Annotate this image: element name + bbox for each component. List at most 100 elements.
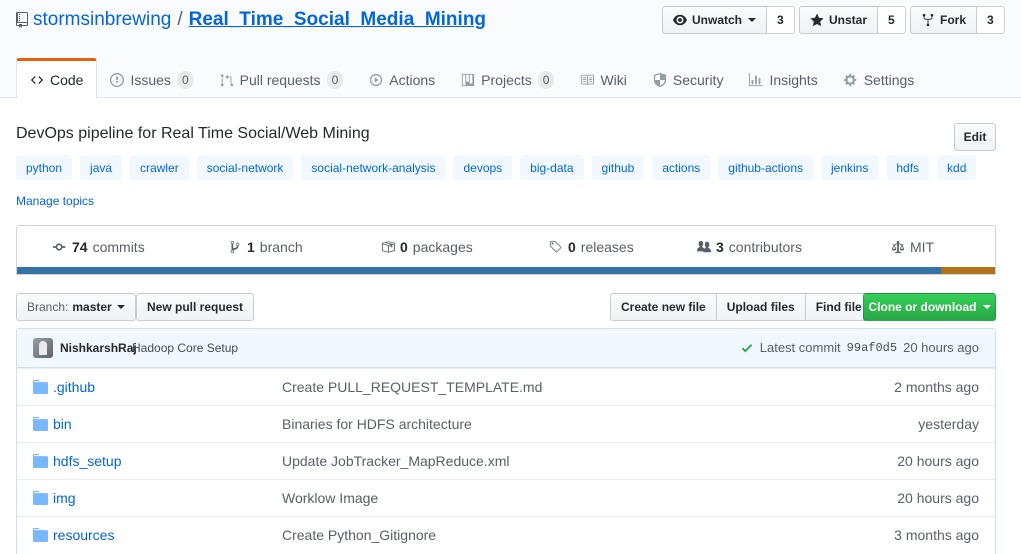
file-commit-message-link[interactable]: Create Python_Gitignore xyxy=(282,527,436,543)
contributors-label: contributors xyxy=(728,239,802,255)
topic-tag[interactable]: github xyxy=(591,155,645,180)
graph-icon xyxy=(749,73,764,87)
tab-insights-label: Insights xyxy=(769,72,818,88)
watch-count[interactable]: 3 xyxy=(767,6,795,34)
repo-owner-link[interactable]: stormsinbrewing xyxy=(33,9,171,31)
commit-message-link[interactable]: Hadoop Core Setup xyxy=(132,341,238,355)
file-commit-message-link[interactable]: Binaries for HDFS architecture xyxy=(282,416,472,432)
avatar[interactable] xyxy=(33,338,53,358)
commit-author-link[interactable]: NishkarshRaj xyxy=(60,341,137,355)
topic-tag[interactable]: github-actions xyxy=(718,155,813,180)
table-row: .github Create PULL_REQUEST_TEMPLATE.md … xyxy=(17,368,995,405)
file-name-link[interactable]: hdfs_setup xyxy=(53,453,122,469)
commit-icon xyxy=(53,243,66,251)
topic-tag[interactable]: jenkins xyxy=(821,155,879,180)
branch-count: 1 xyxy=(247,239,255,255)
topic-tag[interactable]: crawler xyxy=(130,155,189,180)
repo-header: stormsinbrewing / Real_Time_Social_Media… xyxy=(0,0,1021,99)
file-name-link[interactable]: bin xyxy=(53,416,72,432)
file-age: yesterday xyxy=(918,416,979,432)
star-icon xyxy=(810,13,824,27)
releases-count: 0 xyxy=(568,239,576,255)
tab-pull-requests[interactable]: Pull requests 0 xyxy=(207,58,357,99)
tab-projects[interactable]: Projects 0 xyxy=(448,58,567,99)
tab-code[interactable]: Code xyxy=(16,58,98,99)
packages-link[interactable]: 0 packages xyxy=(381,239,473,255)
check-icon xyxy=(741,343,752,352)
folder-icon xyxy=(33,528,48,542)
create-new-file-button[interactable]: Create new file xyxy=(610,293,717,321)
license-link[interactable]: MIT xyxy=(891,239,934,255)
packages-label: packages xyxy=(412,239,473,255)
topic-tag[interactable]: social-network-analysis xyxy=(301,155,446,180)
package-icon xyxy=(381,241,395,253)
tab-insights[interactable]: Insights xyxy=(736,58,830,99)
folder-icon xyxy=(33,454,48,468)
book-icon xyxy=(581,74,595,86)
topic-tag[interactable]: devops xyxy=(453,155,513,180)
file-name-link[interactable]: resources xyxy=(53,527,114,543)
clone-or-download-button[interactable]: Clone or download xyxy=(863,293,996,321)
unstar-button[interactable]: Unstar xyxy=(799,6,879,34)
unwatch-button[interactable]: Unwatch xyxy=(662,6,768,34)
file-commit-message-link[interactable]: Create PULL_REQUEST_TEMPLATE.md xyxy=(282,379,542,395)
tab-security[interactable]: Security xyxy=(640,58,737,99)
file-name-link[interactable]: .github xyxy=(53,379,95,395)
unstar-label: Unstar xyxy=(829,13,868,27)
branch-link[interactable]: 1 branch xyxy=(228,239,303,255)
topic-tag[interactable]: kdd xyxy=(937,155,977,180)
chevron-down-icon xyxy=(116,305,125,309)
topic-tag[interactable]: actions xyxy=(652,155,711,180)
tab-actions[interactable]: Actions xyxy=(356,58,448,99)
file-commit-message-link[interactable]: Update JobTracker_MapReduce.xml xyxy=(282,453,509,469)
latest-commit-info: Latest commit 99af0d5 20 hours ago xyxy=(740,340,979,355)
folder-icon xyxy=(33,491,48,505)
topic-tag[interactable]: java xyxy=(80,155,123,180)
clone-label: Clone or download xyxy=(868,300,977,314)
file-actions-group: Create new file Upload files Find file xyxy=(610,293,873,321)
fork-count[interactable]: 3 xyxy=(977,6,1005,34)
watch-group: Unwatch 3 xyxy=(662,6,795,34)
releases-label: releases xyxy=(580,239,634,255)
new-pull-request-button[interactable]: New pull request xyxy=(136,293,255,321)
play-icon xyxy=(370,73,383,87)
file-name-link[interactable]: img xyxy=(53,490,76,506)
project-icon xyxy=(462,73,475,87)
topic-tag[interactable]: big-data xyxy=(520,155,584,180)
releases-link[interactable]: 0 releases xyxy=(549,239,634,255)
star-count[interactable]: 5 xyxy=(878,6,906,34)
table-row: img Worklow Image 20 hours ago xyxy=(17,479,995,516)
branch-select-button[interactable]: Branch: master xyxy=(16,293,136,321)
manage-topics-link[interactable]: Manage topics xyxy=(16,194,94,208)
topic-tag[interactable]: social-network xyxy=(196,155,294,180)
commits-link[interactable]: 74 commits xyxy=(53,239,145,255)
contributors-link[interactable]: 3 contributors xyxy=(697,239,802,255)
language-segment-python xyxy=(17,267,942,274)
tab-issues[interactable]: Issues 0 xyxy=(97,58,206,99)
repo-title: stormsinbrewing / Real_Time_Social_Media… xyxy=(16,9,486,31)
fork-button[interactable]: Fork xyxy=(910,6,978,34)
tab-wiki[interactable]: Wiki xyxy=(567,58,639,99)
branch-label: branch xyxy=(259,239,303,255)
file-commit-message-link[interactable]: Worklow Image xyxy=(282,490,378,506)
commits-label: commits xyxy=(92,239,145,255)
tab-settings[interactable]: Settings xyxy=(831,58,928,99)
language-bar[interactable] xyxy=(16,267,996,275)
tab-pull-requests-label: Pull requests xyxy=(239,72,321,88)
pull-request-icon xyxy=(220,74,233,87)
upload-files-button[interactable]: Upload files xyxy=(715,293,806,321)
edit-description-button[interactable]: Edit xyxy=(954,123,996,151)
topic-tag[interactable]: python xyxy=(16,155,73,180)
language-segment-java xyxy=(941,267,995,274)
license-label: MIT xyxy=(910,239,935,255)
shield-icon xyxy=(653,73,666,87)
fork-group: Fork 3 xyxy=(910,6,1005,34)
people-icon xyxy=(697,240,711,253)
commit-sha-link[interactable]: 99af0d5 xyxy=(847,341,897,355)
issue-icon xyxy=(110,73,125,87)
topic-tag[interactable]: hdfs xyxy=(886,155,930,180)
repo-name-link[interactable]: Real_Time_Social_Media_Mining xyxy=(189,9,486,31)
unwatch-label: Unwatch xyxy=(692,13,743,27)
latest-commit-bar: NishkarshRaj Hadoop Core Setup Latest co… xyxy=(17,329,995,368)
packages-count: 0 xyxy=(400,239,408,255)
